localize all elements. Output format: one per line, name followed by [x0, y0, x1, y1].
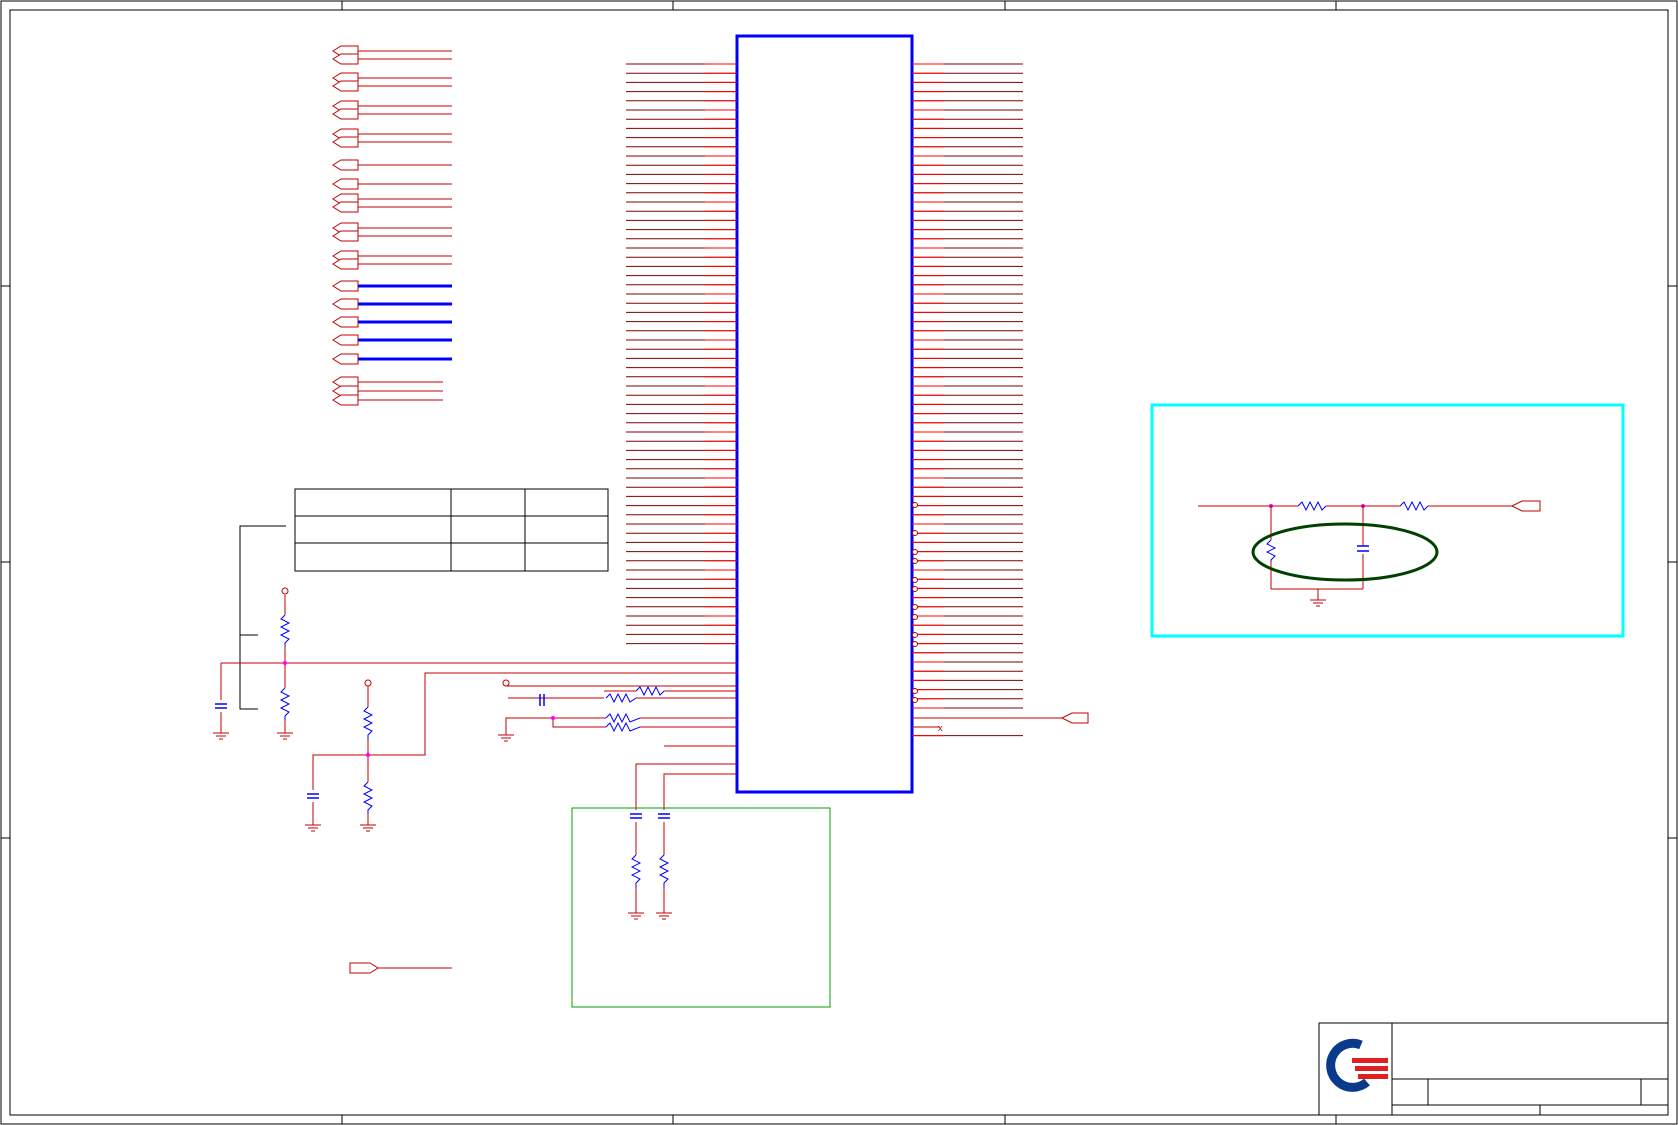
offpage-connector-icon	[332, 80, 359, 92]
offpage-connector-icon	[332, 136, 359, 148]
offpage-connector-icon	[332, 178, 359, 190]
strap-circuit	[220, 595, 737, 969]
power-pin-icon	[281, 587, 510, 687]
offpage-connector-icon	[332, 353, 359, 365]
resistor-icon	[279, 614, 670, 888]
offpage-connector-icon	[332, 280, 359, 292]
company-logo-icon	[1326, 1038, 1388, 1092]
ic-output-net: x	[912, 712, 1089, 733]
config-table	[294, 488, 609, 572]
highlight-box	[1150, 403, 1625, 638]
offpage-connector-icon	[332, 334, 359, 346]
ic-pins-right	[912, 63, 1023, 737]
ground-icon	[213, 599, 1326, 920]
offpage-connector-icon	[349, 962, 379, 974]
main-ic-body[interactable]	[735, 34, 914, 794]
offpage-connector-icon	[1510, 500, 1541, 512]
highlight-ellipse	[1251, 522, 1439, 582]
offpage-connector-icon	[332, 298, 359, 310]
offpage-connector-icon	[332, 230, 359, 242]
offpage-connector-icon	[332, 53, 359, 65]
ic-pins-left	[626, 63, 737, 645]
sheet-frame	[0, 0, 1678, 1125]
svg-text:x: x	[938, 723, 943, 733]
offpage-connector-icon	[332, 258, 359, 270]
offpage-connector-icon	[332, 108, 359, 120]
offpage-connector-icon	[332, 159, 359, 171]
junction-dots	[283, 504, 1365, 757]
capacitor-icon	[215, 694, 670, 819]
capacitor-icon	[1357, 545, 1369, 552]
offpage-connector-icon	[332, 201, 359, 213]
filter-circuit	[1198, 505, 1512, 600]
table-bracket	[239, 525, 286, 710]
offpage-connector-icon	[332, 394, 359, 406]
note-box	[571, 807, 831, 1008]
bus-wires	[358, 284, 452, 361]
schematic-sheet: x	[0, 0, 1678, 1125]
offpage-connector-icon	[332, 316, 359, 328]
offpage-connector-group	[332, 45, 452, 406]
